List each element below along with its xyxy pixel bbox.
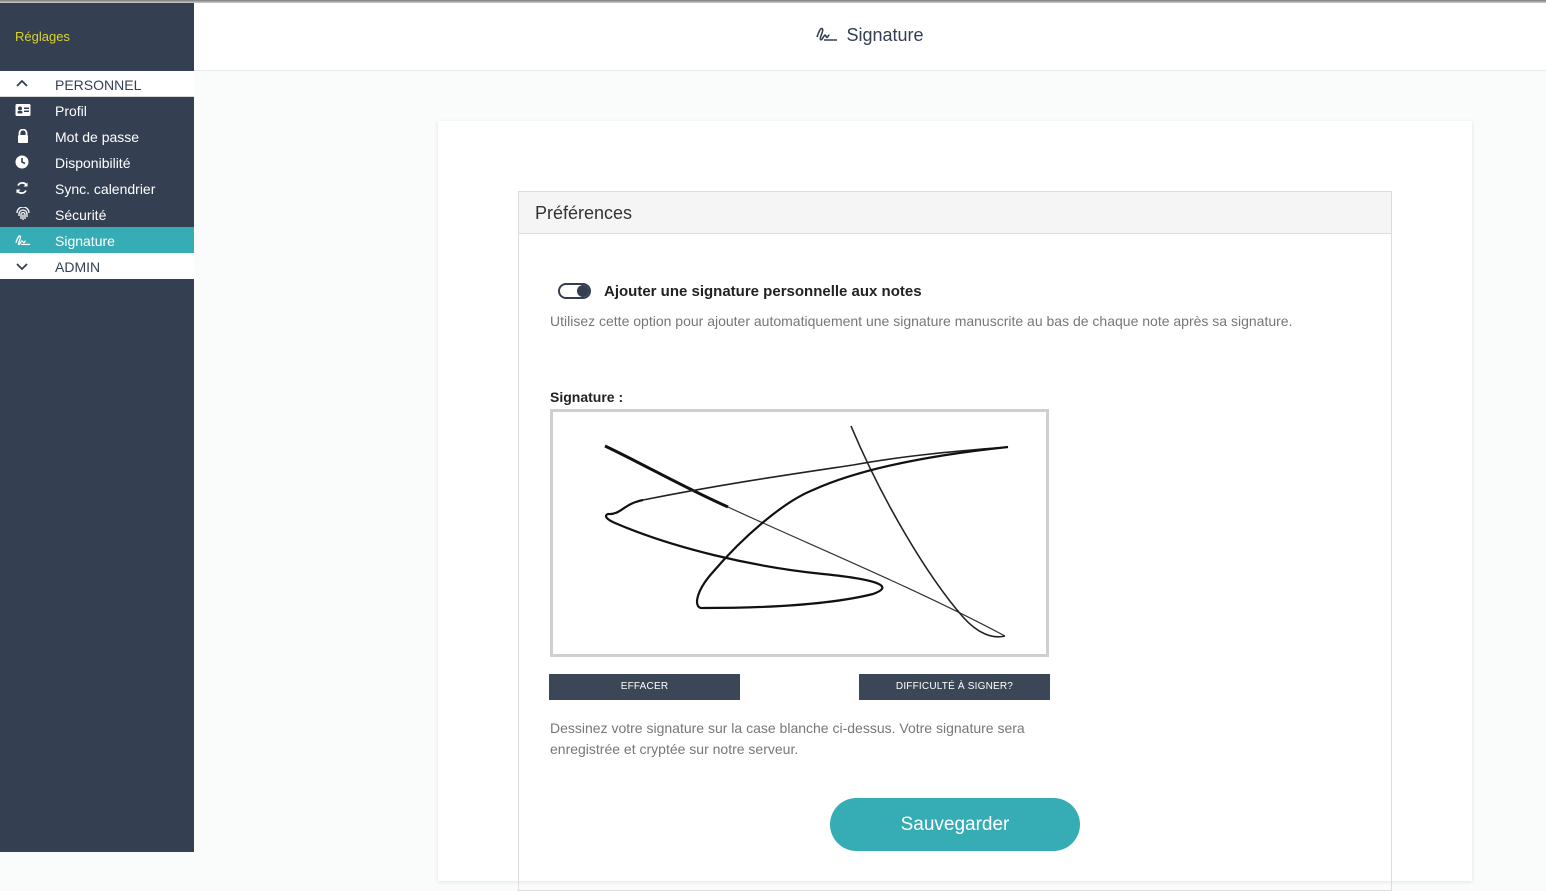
- page-title-text: Signature: [846, 25, 924, 45]
- sidebar-item-signature[interactable]: Signature: [0, 227, 194, 253]
- sidebar-item-label: Sync. calendrier: [55, 181, 156, 197]
- signature-hint: Dessinez votre signature sur la case bla…: [550, 720, 1025, 757]
- nav-group-admin[interactable]: ADMIN: [0, 253, 194, 279]
- sidebar-item-mot-de-passe[interactable]: Mot de passe: [0, 123, 194, 149]
- toggle-label: Ajouter une signature personnelle aux no…: [604, 283, 922, 300]
- fingerprint-icon: [16, 207, 30, 220]
- page-title: Signature: [194, 25, 1546, 46]
- sidebar-item-disponibilite[interactable]: Disponibilité: [0, 149, 194, 175]
- top-border: [0, 0, 1546, 3]
- nav-group-admin-label: ADMIN: [55, 259, 101, 275]
- panel-title: Préférences: [519, 192, 1391, 234]
- signature-label: Signature :: [550, 389, 624, 405]
- nav-group-personnel-label: PERSONNEL: [55, 77, 142, 93]
- id-card-icon: [15, 104, 31, 116]
- save-button[interactable]: Sauvegarder: [830, 798, 1080, 851]
- sidebar-item-label: Signature: [55, 233, 115, 249]
- sidebar-item-label: Profil: [55, 103, 87, 119]
- sidebar-item-sync-calendrier[interactable]: Sync. calendrier: [0, 175, 194, 201]
- clear-signature-button[interactable]: EFFACER: [549, 674, 740, 700]
- sidebar-item-securite[interactable]: Sécurité: [0, 201, 194, 227]
- page-header: Signature: [194, 3, 1546, 71]
- settings-card: Préférences Ajouter une signature person…: [438, 121, 1472, 891]
- toggle-knob: [577, 285, 589, 297]
- sync-icon: [16, 182, 28, 194]
- toggle-description: Utilisez cette option pour ajouter autom…: [550, 313, 1293, 329]
- lock-icon: [18, 129, 28, 143]
- signature-toggle[interactable]: [558, 283, 591, 299]
- signature-canvas[interactable]: [550, 409, 1049, 657]
- sidebar-item-label: Mot de passe: [55, 129, 140, 145]
- preferences-panel: Préférences Ajouter une signature person…: [518, 191, 1392, 891]
- signing-help-button[interactable]: DIFFICULTÉ À SIGNER?: [859, 674, 1050, 700]
- sidebar-item-label: Disponibilité: [55, 155, 131, 171]
- signature-drawing: [604, 425, 1009, 638]
- sidebar-item-label: Sécurité: [55, 207, 107, 223]
- signature-icon: [816, 27, 838, 41]
- chevron-up-icon: [16, 79, 28, 87]
- clock-icon: [15, 155, 29, 169]
- signature-icon: [15, 235, 31, 246]
- sidebar-item-profil[interactable]: Profil: [0, 97, 194, 123]
- sidebar-brand[interactable]: Réglages: [15, 29, 70, 44]
- chevron-down-icon: [16, 263, 28, 271]
- sidebar: Réglages PERSONNEL Profil Mot de passe D…: [0, 0, 194, 852]
- nav-group-personnel[interactable]: PERSONNEL: [0, 71, 194, 97]
